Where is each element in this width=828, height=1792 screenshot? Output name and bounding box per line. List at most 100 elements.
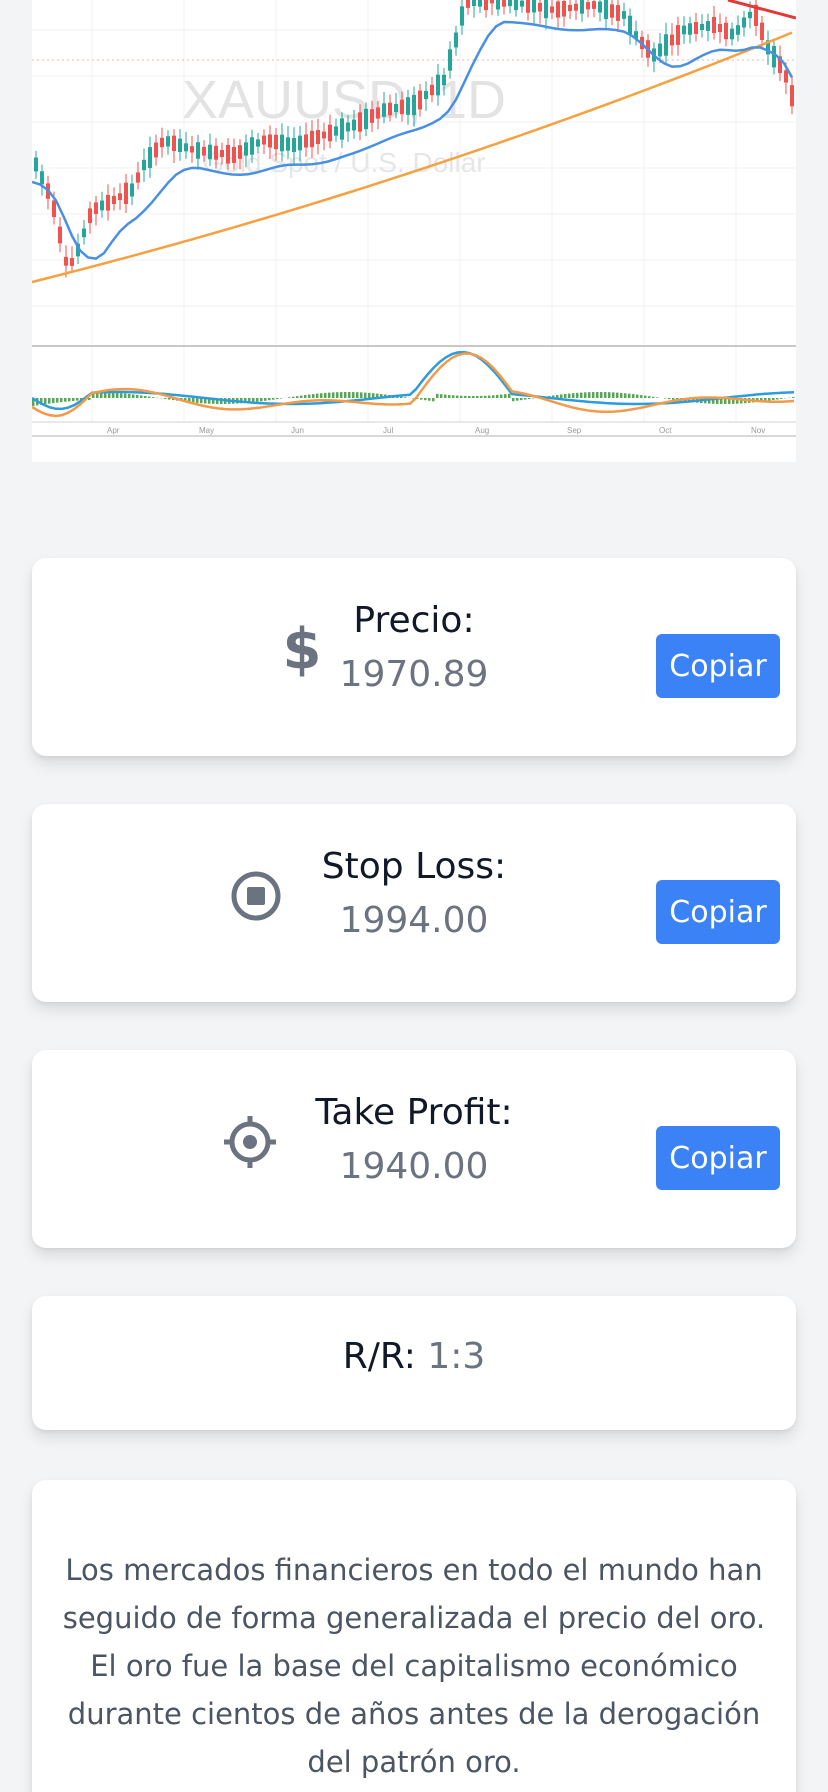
candle-body (100, 200, 104, 211)
candle-body (454, 32, 458, 48)
candle-body (118, 193, 122, 201)
histogram-bar (152, 397, 155, 398)
candle-body (406, 97, 410, 115)
candle-body (538, 2, 542, 12)
copy-take-profit-button[interactable]: Copiar (656, 1126, 780, 1190)
histogram-bar (140, 395, 143, 398)
histogram-bar (440, 394, 443, 398)
histogram-bar (560, 394, 563, 398)
risk-reward-text: R/R: 1:3 (32, 1336, 796, 1377)
candle-body (160, 137, 164, 148)
candle-body (40, 171, 44, 185)
histogram-bar (516, 398, 519, 401)
histogram-bar (452, 395, 455, 398)
histogram-bar (464, 395, 467, 398)
candle-body (64, 256, 68, 266)
candle-body (358, 112, 362, 132)
histogram-bar (124, 393, 127, 398)
histogram-bar (588, 392, 591, 398)
candle-body (244, 142, 248, 156)
histogram-bar (136, 394, 139, 398)
histogram-bar (572, 393, 575, 398)
candle-body (58, 226, 62, 244)
histogram-bar (592, 392, 595, 398)
histogram-bar (628, 393, 631, 398)
trendline (727, 0, 796, 20)
copy-stop-loss-button[interactable]: Copiar (656, 880, 780, 944)
histogram-bar (484, 395, 487, 398)
histogram-bar (480, 395, 483, 398)
histogram-bar (128, 393, 131, 398)
candle-body (262, 135, 266, 145)
histogram-bar (340, 392, 343, 398)
candle-body (352, 119, 356, 131)
candle-body (790, 85, 794, 107)
histogram-bar (48, 398, 51, 404)
month-label: May (199, 426, 214, 435)
candle-body (580, 0, 584, 14)
histogram-bar (476, 395, 479, 398)
histogram-bar (364, 392, 367, 398)
histogram-bar (120, 393, 123, 398)
histogram-bar (308, 394, 311, 398)
copy-price-button[interactable]: Copiar (656, 634, 780, 698)
candle-body (196, 142, 200, 159)
histogram-bar (328, 392, 331, 398)
histogram-bar (436, 393, 439, 398)
candle-body (478, 0, 482, 7)
candle-body (166, 136, 170, 147)
candle-body (124, 182, 128, 204)
histogram-bar (76, 398, 79, 401)
risk-reward-card: R/R: 1:3 (32, 1296, 796, 1430)
candle-body (154, 142, 158, 158)
candle-body (772, 45, 776, 68)
candle-body (394, 103, 398, 113)
candle-body (250, 137, 254, 155)
histogram-bar (564, 393, 567, 398)
histogram-bar (356, 392, 359, 398)
histogram-bar (596, 392, 599, 398)
trading-chart: XAUUSD, 1D Gold Spot / U.S. Dollar Apr Ma… (32, 0, 796, 462)
stop-loss-card: Stop Loss: 1994.00 Copiar (32, 804, 796, 1002)
candle-body (88, 208, 92, 224)
candle-body (664, 34, 668, 56)
histogram-bar (304, 395, 307, 398)
histogram-bar (320, 393, 323, 398)
histogram-bar (420, 398, 423, 400)
candle-body (484, 0, 488, 11)
histogram-bar (776, 398, 779, 400)
candle-body (412, 94, 416, 116)
candle-body (676, 25, 680, 45)
description-card: Los mercados financieros en todo el mund… (32, 1480, 796, 1792)
histogram-bar (352, 392, 355, 398)
candle-body (346, 122, 350, 132)
candle-body (220, 149, 224, 158)
candle-body (628, 15, 632, 35)
candle-body (532, 0, 536, 13)
histogram-bar (336, 392, 339, 398)
candle-body (490, 0, 494, 4)
histogram-bar (432, 398, 435, 402)
candle-body (292, 138, 296, 152)
histogram-bar (488, 395, 491, 398)
time-axis-labels: AprMayJunJulAugSepOctNovD (107, 426, 765, 435)
candle-body (298, 135, 302, 151)
histogram-bar (56, 398, 59, 403)
histogram-bar (640, 395, 643, 398)
candle-body (208, 144, 212, 160)
histogram-bar (428, 398, 431, 401)
month-label: Aug (475, 426, 489, 435)
histogram-bar (496, 394, 499, 398)
candle-body (334, 126, 338, 136)
candle-body (340, 118, 344, 140)
candle-body (730, 28, 734, 40)
histogram-bar (656, 397, 659, 398)
histogram-bar (292, 396, 295, 398)
histogram-bar (524, 398, 527, 400)
candle-body (322, 131, 326, 139)
histogram-bar (192, 398, 195, 403)
candle-body (550, 6, 554, 13)
candle-body (562, 0, 566, 17)
histogram-bar (620, 392, 623, 398)
histogram-bar (504, 394, 507, 398)
